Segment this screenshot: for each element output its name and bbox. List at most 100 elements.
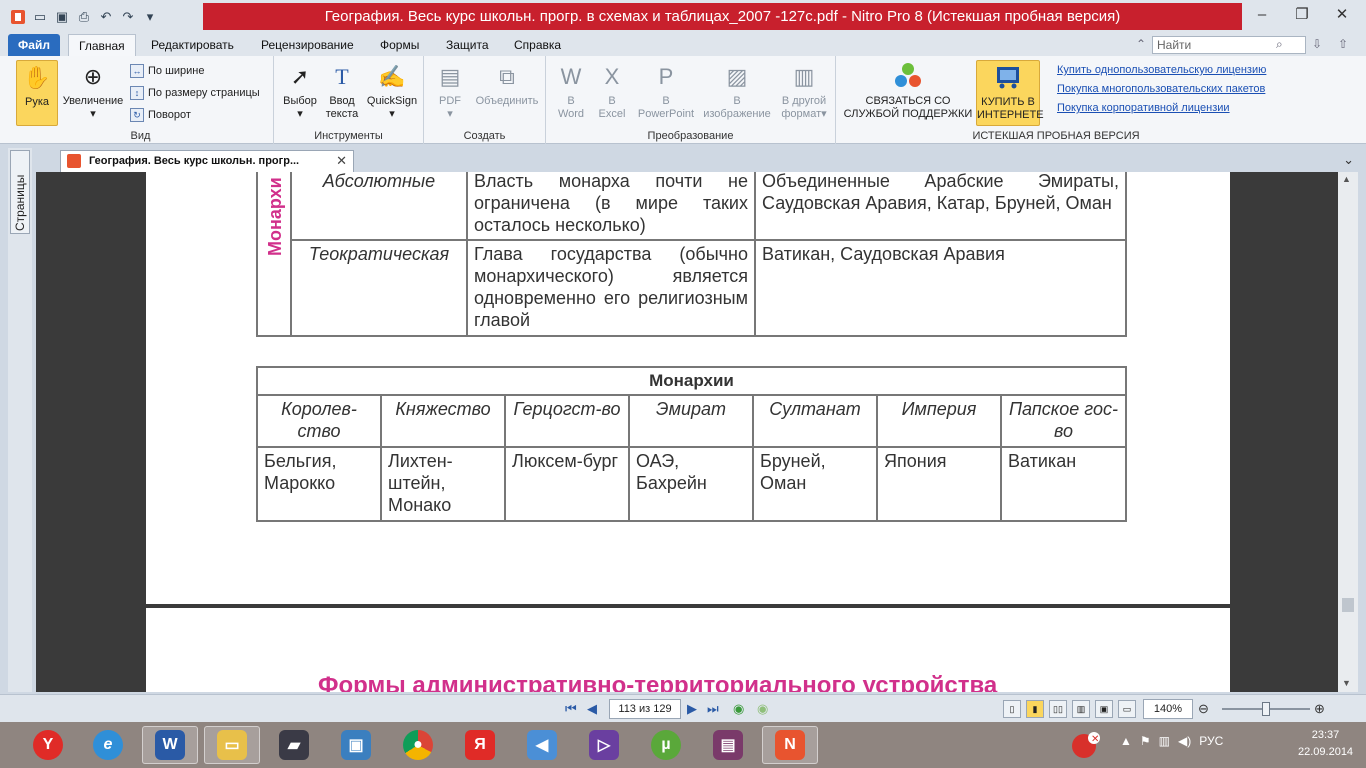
taskbar-app-6[interactable]: ▣ — [328, 726, 384, 764]
redo-icon[interactable]: ↷ — [118, 7, 138, 27]
internet-explorer-icon: e — [93, 730, 123, 760]
group-label-convert: Преобразование — [647, 130, 734, 142]
tab-list-icon[interactable]: ⌄ — [1343, 152, 1354, 168]
buy-online-button[interactable]: КУПИТЬ В ИНТЕРНЕТЕ — [976, 60, 1044, 126]
prev-page-icon[interactable]: ◀ — [587, 701, 597, 717]
taskbar-winrar[interactable]: ▤ — [700, 726, 756, 764]
ribbon-collapse-icon[interactable]: ⌃ — [1136, 37, 1146, 51]
tab-file[interactable]: Файл — [8, 34, 60, 56]
back-view-icon[interactable]: ◉ — [733, 701, 744, 717]
vertical-scrollbar[interactable]: ▲ ▼ — [1338, 172, 1358, 692]
tab-edit[interactable]: Редактировать — [141, 34, 244, 56]
search-down-icon[interactable]: ⇩ — [1312, 37, 1322, 51]
image-icon: ▨ — [726, 63, 748, 89]
zoom-button[interactable]: ⊕ Увеличение ▾ — [60, 60, 126, 121]
maximize-icon[interactable]: ❐ — [1284, 4, 1320, 24]
forward-view-icon[interactable]: ◉ — [757, 701, 768, 717]
document-tab[interactable]: География. Весь курс школьн. прогр... ✕ — [60, 150, 354, 172]
taskbar-word[interactable]: W — [142, 726, 198, 764]
facing-view-icon[interactable]: ▯▯ — [1049, 700, 1067, 718]
close-icon[interactable]: ✕ — [1324, 4, 1360, 24]
taskbar-chrome[interactable]: ● — [390, 726, 446, 764]
zoom-level-input[interactable]: 140% — [1143, 699, 1193, 719]
buy-multi-user-link[interactable]: Покупка многопользовательских пакетов — [1057, 83, 1265, 95]
minimize-icon[interactable]: – — [1244, 4, 1280, 24]
speaker-icon: ◀ — [527, 730, 557, 760]
last-page-icon[interactable]: ⏭ — [707, 701, 719, 717]
quicksign-button[interactable]: ✍ QuickSign ▾ — [364, 60, 420, 121]
antivirus-icon[interactable]: ✕ — [1070, 730, 1102, 763]
show-hidden-icons[interactable]: ▲ — [1120, 734, 1132, 748]
language-indicator[interactable]: РУС — [1199, 734, 1223, 748]
save-icon[interactable]: ▣ — [52, 7, 72, 27]
customize-qat-icon[interactable]: ▾ — [140, 7, 160, 27]
next-page-icon[interactable]: ▶ — [687, 701, 697, 717]
to-powerpoint-button[interactable]: P В PowerPoint — [634, 60, 698, 121]
ribbon-group-convert: W В Word X В Excel P В PowerPoint ▨ В из… — [546, 56, 836, 144]
to-other-format-button[interactable]: ▥ В другой формат▾ — [776, 60, 832, 121]
facing-continuous-icon[interactable]: ▥ — [1072, 700, 1090, 718]
first-page-icon[interactable]: ⏮ — [565, 701, 577, 717]
table-cell: Япония — [876, 446, 1002, 522]
zoom-in-icon[interactable]: ⊕ — [1314, 701, 1325, 717]
to-word-button[interactable]: W В Word — [552, 60, 590, 121]
clock[interactable]: 23:37 22.09.2014 — [1298, 727, 1353, 761]
rotate-button[interactable]: ↻ Поворот — [130, 106, 191, 124]
flag-icon[interactable]: ⚑ — [1140, 734, 1151, 748]
print-icon[interactable]: ⎙ — [74, 7, 94, 27]
close-tab-icon[interactable]: ✕ — [336, 151, 347, 171]
scroll-up-icon[interactable]: ▲ — [1342, 174, 1351, 184]
to-excel-button[interactable]: X В Excel — [592, 60, 632, 121]
scroll-down-icon[interactable]: ▼ — [1342, 678, 1351, 688]
scroll-thumb[interactable] — [1342, 598, 1354, 612]
taskbar-internet-explorer[interactable]: e — [80, 726, 136, 764]
nitro-logo-icon[interactable] — [8, 7, 28, 27]
taskbar-utorrent[interactable]: µ — [638, 726, 694, 764]
rotate-icon: ↻ — [130, 108, 144, 122]
pages-panel-button[interactable]: Страницы — [10, 150, 30, 234]
fit-width-view-icon[interactable]: ▭ — [1118, 700, 1136, 718]
fit-page-button[interactable]: ↕ По размеру страницы — [130, 84, 260, 102]
taskbar-app-5[interactable]: ▰ — [266, 726, 322, 764]
undo-icon[interactable]: ↶ — [96, 7, 116, 27]
tab-forms[interactable]: Формы — [370, 34, 429, 56]
buy-corporate-link[interactable]: Покупка корпоративной лицензии — [1057, 102, 1230, 114]
create-pdf-button[interactable]: ▤ PDF ▾ — [430, 60, 470, 121]
combine-button[interactable]: ⧉ Объединить — [472, 60, 542, 108]
open-folder-icon[interactable]: ▭ — [30, 7, 50, 27]
contact-support-button[interactable]: СВЯЗАТЬСЯ СО СЛУЖБОЙ ПОДДЕРЖКИ — [842, 60, 974, 121]
left-pane: Страницы — [8, 148, 32, 692]
taskbar-visual-studio[interactable]: ▷ — [576, 726, 632, 764]
taskbar-explorer[interactable]: ▭ — [204, 726, 260, 764]
zoom-slider[interactable] — [1222, 702, 1310, 716]
single-page-view-icon[interactable]: ▯ — [1003, 700, 1021, 718]
search-up-icon[interactable]: ⇧ — [1338, 37, 1348, 51]
fit-width-button[interactable]: ↔ По ширине — [130, 62, 205, 80]
volume-icon[interactable]: ◀) — [1178, 734, 1191, 748]
taskbar-audio[interactable]: ◀ — [514, 726, 570, 764]
taskbar-yandex[interactable]: Я — [452, 726, 508, 764]
page-number-input[interactable]: 113 из 129 — [609, 699, 681, 719]
to-image-button[interactable]: ▨ В изображение — [700, 60, 774, 121]
support-icon — [892, 60, 924, 92]
type-text-button[interactable]: T Ввод текста — [322, 60, 362, 121]
buy-single-license-link[interactable]: Купить однопользовательскую лицензию — [1057, 64, 1266, 76]
tab-home[interactable]: Главная — [68, 34, 136, 56]
continuous-view-icon[interactable]: ▮ — [1026, 700, 1044, 718]
hand-tool-button[interactable]: ✋ Рука — [16, 60, 58, 126]
zoom-slider-thumb[interactable] — [1262, 702, 1270, 716]
fit-page-view-icon[interactable]: ▣ — [1095, 700, 1113, 718]
table-cell: Теократическая — [290, 239, 468, 337]
tab-protect[interactable]: Защита — [436, 34, 499, 56]
search-icon[interactable]: ⌕ — [1276, 37, 1283, 52]
taskbar-nitro[interactable]: N — [762, 726, 818, 764]
select-tool-button[interactable]: ➚ Выбор ▾ — [280, 60, 320, 121]
document-viewport[interactable]: Монархи Абсолютные Власть монарха почти … — [36, 172, 1338, 692]
zoom-out-icon[interactable]: ⊖ — [1198, 701, 1209, 717]
tab-review[interactable]: Рецензирование — [251, 34, 364, 56]
table-header: Эмират — [628, 394, 754, 448]
tab-help[interactable]: Справка — [504, 34, 571, 56]
taskbar-yandex-browser[interactable]: Y — [20, 726, 76, 764]
search-input[interactable]: Найти — [1152, 36, 1306, 54]
network-icon[interactable]: ▥ — [1159, 734, 1170, 748]
